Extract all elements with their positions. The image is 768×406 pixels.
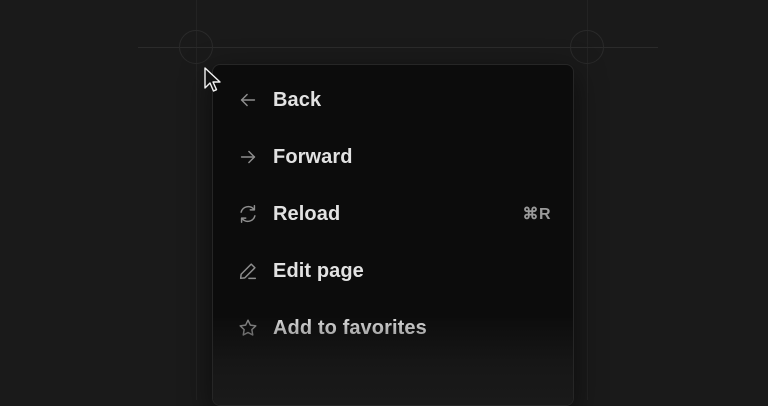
menu-item-reload[interactable]: Reload ⌘R (235, 194, 551, 234)
menu-item-label: Forward (273, 145, 353, 168)
star-icon (235, 315, 261, 341)
context-menu: Back Forward Reload ⌘R Edit page Add to … (212, 64, 574, 406)
menu-item-forward[interactable]: Forward (235, 137, 551, 177)
arrow-left-icon (235, 87, 261, 113)
menu-item-back[interactable]: Back (235, 80, 551, 120)
guide-circle-left (179, 30, 213, 64)
menu-item-label: Back (273, 88, 322, 111)
pen-icon (235, 258, 261, 284)
menu-item-label: Reload (273, 202, 341, 225)
menu-item-label: Add to favorites (273, 316, 427, 339)
menu-item-edit-page[interactable]: Edit page (235, 251, 551, 291)
arrow-right-icon (235, 144, 261, 170)
menu-item-add-to-favorites[interactable]: Add to favorites (235, 308, 551, 348)
guide-circle-right (570, 30, 604, 64)
menu-item-label: Edit page (273, 259, 364, 282)
refresh-icon (235, 201, 261, 227)
keyboard-shortcut: ⌘R (522, 206, 551, 223)
mouse-pointer-icon (204, 67, 221, 92)
